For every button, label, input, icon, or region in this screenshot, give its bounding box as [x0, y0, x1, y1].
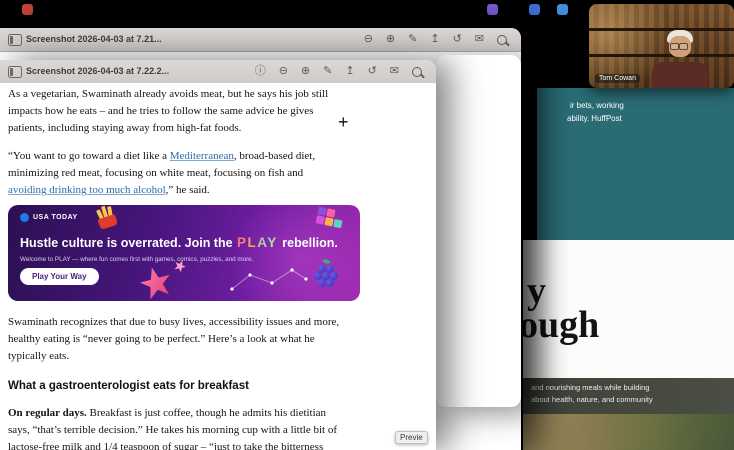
ad-subtext: Welcome to PLAY — where fun comes first …	[20, 256, 253, 263]
zoom-in-icon[interactable]: ⊕	[386, 34, 395, 45]
background-window[interactable]	[436, 55, 521, 407]
ad-headline: Hustle culture is overrated. Join the PL…	[20, 235, 338, 250]
fries-icon	[93, 205, 125, 234]
screen: ir bets, working ability. HuffPost y oug…	[0, 0, 734, 450]
blue-menubar-icon[interactable]	[529, 4, 540, 15]
back-window-toolbar: ⊖ ⊕ ✎ ↥ ↺ ✉	[364, 28, 507, 51]
mail-icon[interactable]: ✉	[390, 66, 399, 77]
article-line: healthy eating is “never going to be per…	[8, 333, 315, 345]
article-line: As a vegetarian, Swaminath already avoid…	[8, 88, 328, 100]
ad-headline-pre: Hustle culture is overrated. Join the	[20, 236, 236, 250]
purple-menubar-icon[interactable]	[487, 4, 498, 15]
share-icon[interactable]: ↥	[430, 34, 439, 45]
info-icon[interactable]: ⓘ	[255, 66, 266, 77]
article-line: “You want to go toward a diet like a Med…	[8, 150, 315, 162]
crosshair-cursor: +	[338, 112, 349, 133]
star-icon	[136, 263, 175, 301]
markup-pencil-icon[interactable]: ✎	[323, 66, 332, 77]
front-window-titlebar[interactable]: Screenshot 2026-04-03 at 7.22.2... ⓘ ⊖ ⊕…	[0, 60, 436, 84]
search-icon[interactable]	[412, 67, 422, 77]
markup-pencil-icon[interactable]: ✎	[408, 34, 417, 45]
share-icon[interactable]: ↥	[345, 66, 354, 77]
article-line: says, “that’s terrible decision.” He tak…	[8, 424, 337, 436]
article-text: “You want to go toward a diet like a	[8, 150, 170, 162]
zoom-in-icon[interactable]: ⊕	[301, 66, 310, 77]
usa-today-logo-icon	[20, 213, 29, 222]
window-title: Screenshot 2026-04-03 at 7.21...	[26, 34, 162, 44]
article-line: On regular days. Breakfast is just coffe…	[8, 407, 326, 419]
caption-line: and nourishing meals while building	[531, 383, 649, 392]
usa-today-ad-banner[interactable]: USA TODAY Hustle culture is overrated. J…	[8, 205, 360, 301]
sidebar-toggle-icon[interactable]	[8, 34, 22, 46]
sidebar-toggle-icon[interactable]	[8, 66, 22, 78]
front-window-toolbar: ⓘ ⊖ ⊕ ✎ ↥ ↺ ✉	[255, 60, 422, 83]
article-text: Breakfast is just coffee, though he admi…	[87, 407, 326, 419]
video-call-participant[interactable]: Tom Cowan	[589, 4, 734, 88]
mail-icon[interactable]: ✉	[475, 34, 484, 45]
play-your-way-button[interactable]: Play Your Way	[20, 268, 99, 285]
alcohol-link[interactable]: avoiding drinking too much alcohol	[8, 184, 166, 196]
red-menubar-icon[interactable]	[22, 4, 33, 15]
participant-figure	[648, 30, 712, 88]
article-content: As a vegetarian, Swaminath already avoid…	[0, 83, 436, 450]
article-line: impacts how he eats – and he tries to fo…	[8, 105, 313, 117]
ad-play-wordmark: PLAY	[236, 235, 279, 250]
ad-brand: USA TODAY	[20, 213, 78, 222]
ad-headline-post: rebellion.	[279, 236, 338, 250]
webpage-headline-fragment: ough	[519, 306, 599, 344]
article-line: avoiding drinking too much alcohol,” he …	[8, 184, 210, 196]
rotate-icon[interactable]: ↺	[453, 34, 462, 45]
ad-brand-text: USA TODAY	[33, 214, 78, 221]
article-text: , broad-based diet,	[234, 150, 315, 162]
lightblue-menubar-icon[interactable]	[557, 4, 568, 15]
caption-line: about health, nature, and community	[531, 395, 653, 404]
webpage-photo	[523, 414, 734, 450]
rotate-icon[interactable]: ↺	[368, 66, 377, 77]
webpage-text-line: ir bets, working	[570, 101, 624, 110]
berry-icon	[314, 263, 338, 291]
preview-window-front[interactable]: Screenshot 2026-04-03 at 7.22.2... ⓘ ⊖ ⊕…	[0, 60, 436, 450]
zoom-out-icon[interactable]: ⊖	[364, 34, 373, 45]
mediterranean-link[interactable]: Mediterranean	[170, 150, 234, 162]
constellation-icon	[230, 267, 310, 295]
article-line: Swaminath recognizes that due to busy li…	[8, 316, 339, 328]
tetris-blocks-icon	[314, 206, 347, 237]
webpage-photo-caption: and nourishing meals while building abou…	[523, 378, 734, 414]
article-line: patients, including staying away from hi…	[8, 122, 241, 134]
preview-tooltip: Previe	[395, 431, 428, 444]
back-window-titlebar[interactable]: Screenshot 2026-04-03 at 7.21... ⊖ ⊕ ✎ ↥…	[0, 28, 521, 52]
article-heading: What a gastroenterologist eats for break…	[8, 380, 249, 392]
search-icon[interactable]	[497, 35, 507, 45]
article-text: ,” he said.	[166, 184, 210, 196]
window-title: Screenshot 2026-04-03 at 7.22.2...	[26, 66, 169, 76]
article-line: minimizing red meat, focusing on white m…	[8, 167, 303, 179]
article-line: typically eats.	[8, 350, 69, 362]
article-line: lactose-free milk and 1/4 teaspoon of su…	[8, 441, 323, 450]
torso	[652, 62, 708, 88]
webpage-text-line: ability. HuffPost	[567, 114, 622, 123]
zoom-out-icon[interactable]: ⊖	[279, 66, 288, 77]
article-bold-lead: On regular days.	[8, 407, 87, 419]
webpage-teal-section: ir bets, working ability. HuffPost	[537, 88, 734, 240]
participant-name-label: Tom Cowan	[595, 74, 640, 83]
